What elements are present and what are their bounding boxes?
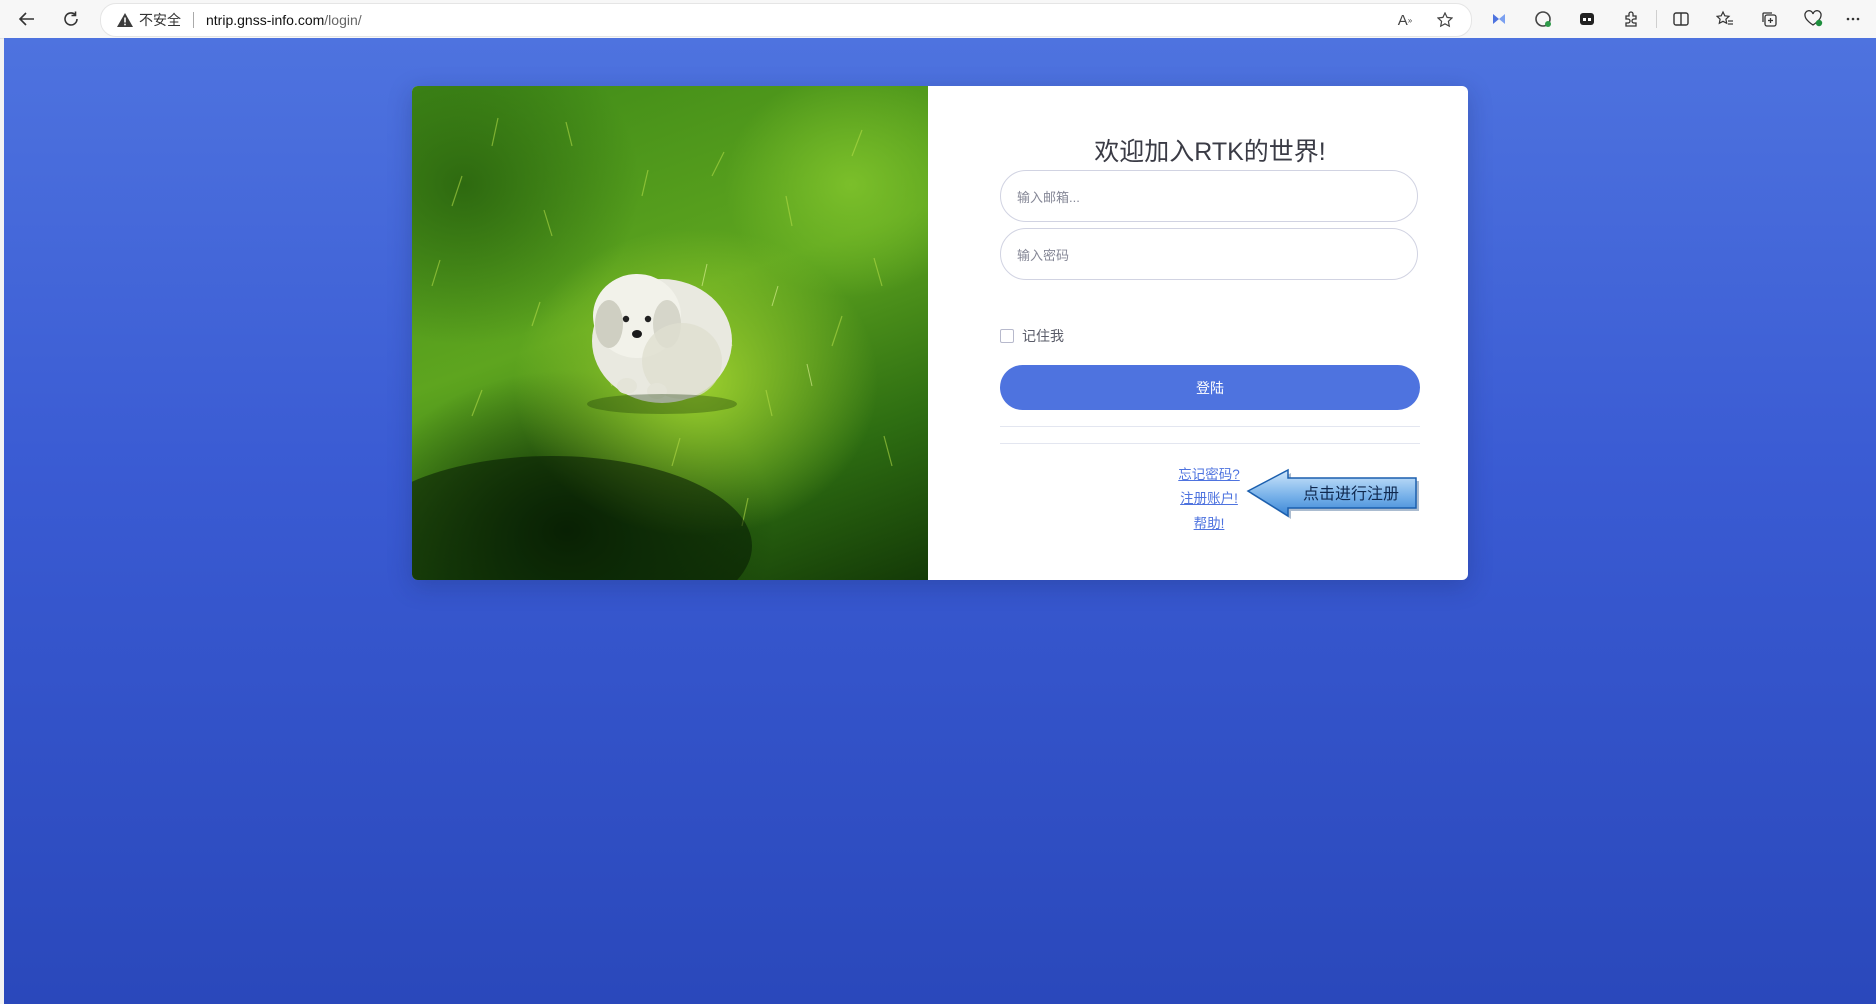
- reload-icon[interactable]: [56, 4, 86, 34]
- extension-icon[interactable]: [1574, 6, 1600, 32]
- login-button[interactable]: 登陆: [1000, 365, 1420, 410]
- copilot-icon[interactable]: [1486, 6, 1512, 32]
- divider: [1000, 443, 1420, 444]
- back-icon[interactable]: [12, 4, 42, 34]
- warning-icon[interactable]: [117, 13, 133, 27]
- split-screen-icon[interactable]: [1668, 6, 1694, 32]
- password-placeholder: 输入密码: [1017, 247, 1070, 263]
- toolbar-divider: [1656, 10, 1657, 28]
- address-divider: [193, 12, 194, 28]
- remember-checkbox[interactable]: [1000, 329, 1014, 343]
- url-host[interactable]: ntrip.gnss-info.com: [206, 12, 324, 28]
- security-label[interactable]: 不安全: [139, 10, 181, 30]
- email-placeholder: 输入邮箱...: [1017, 189, 1080, 205]
- address-bar[interactable]: 不安全 ntrip.gnss-info.com/login/ A»: [100, 3, 1472, 37]
- callout-text: 点击进行注册: [1302, 486, 1399, 503]
- remember-me[interactable]: 记住我: [1000, 326, 1064, 346]
- register-callout-arrow: 点击进行注册: [1246, 468, 1422, 522]
- extensions-puzzle-icon[interactable]: [1618, 6, 1644, 32]
- favorites-icon[interactable]: [1712, 6, 1738, 32]
- email-input[interactable]: 输入邮箱...: [1000, 170, 1418, 222]
- password-input[interactable]: 输入密码: [1000, 228, 1418, 280]
- favorite-star-icon[interactable]: [1433, 8, 1457, 32]
- remember-label: 记住我: [1022, 328, 1064, 344]
- url-path[interactable]: /login/: [324, 12, 361, 28]
- health-icon[interactable]: [1800, 6, 1826, 32]
- collections-icon[interactable]: [1756, 6, 1782, 32]
- dog-photo: [412, 86, 928, 580]
- browser-toolbar: 不安全 ntrip.gnss-info.com/login/ A»: [0, 0, 1876, 39]
- page-background: 欢迎加入RTK的世界! 输入邮箱... 输入密码 记住我 登陆 忘记密码? 注册…: [4, 38, 1876, 1004]
- divider: [1000, 426, 1420, 427]
- read-aloud-icon[interactable]: A»: [1393, 8, 1417, 32]
- grammarly-icon[interactable]: [1530, 6, 1556, 32]
- page-title: 欢迎加入RTK的世界!: [1094, 138, 1326, 166]
- more-icon[interactable]: [1840, 6, 1866, 32]
